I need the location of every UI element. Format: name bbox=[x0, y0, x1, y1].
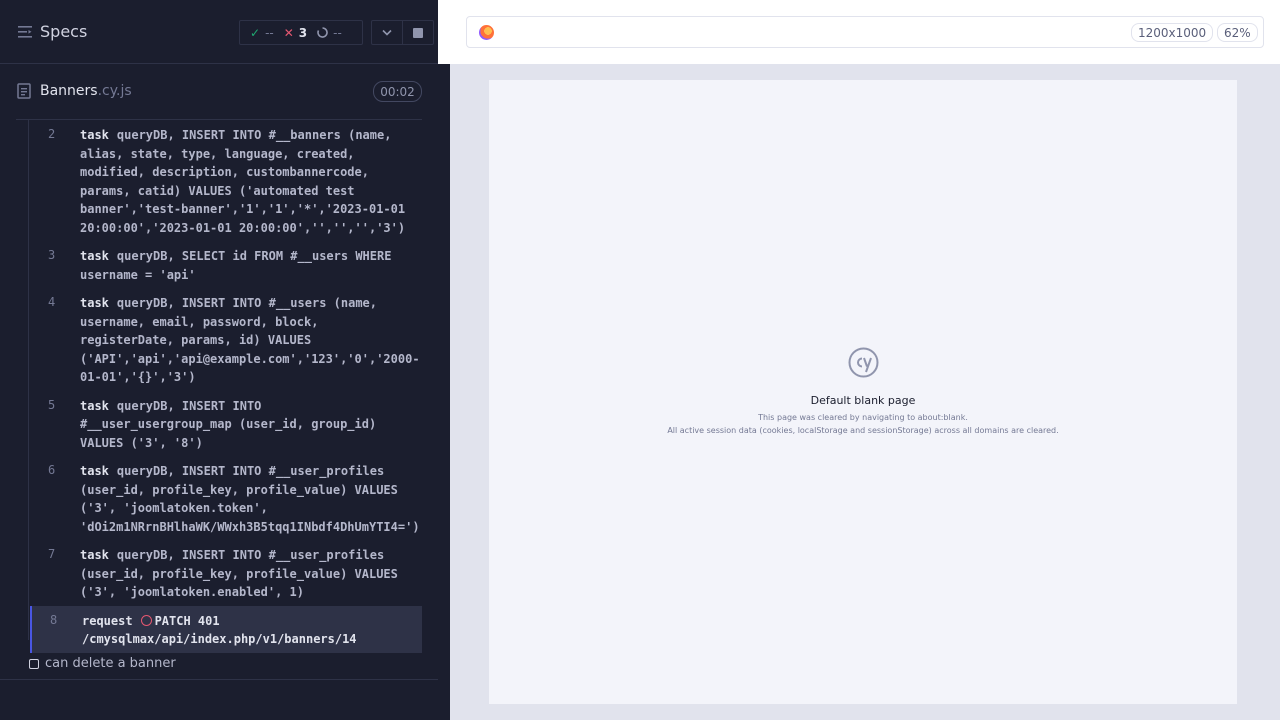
command-message: queryDB, INSERT INTO #__user_usergroup_m… bbox=[80, 398, 377, 450]
command-message: queryDB, INSERT INTO #__user_profiles (u… bbox=[80, 548, 398, 599]
failed-stat: ✕ 3 bbox=[284, 26, 307, 40]
aut-iframe bbox=[489, 80, 1237, 704]
command-number: 2 bbox=[48, 127, 56, 141]
panel-resizer[interactable] bbox=[438, 64, 450, 720]
command-number: 5 bbox=[48, 397, 56, 412]
command-row[interactable]: 3 task queryDB, SELECT id FROM #__users WH… bbox=[30, 241, 422, 288]
command-name: task bbox=[80, 128, 109, 142]
firefox-icon[interactable] bbox=[479, 25, 494, 40]
passed-count: -- bbox=[265, 25, 274, 40]
command-row[interactable]: 4 task queryDB, INSERT INTO #__users (name… bbox=[30, 288, 422, 391]
x-icon: ✕ bbox=[283, 25, 294, 40]
command-name: task bbox=[80, 249, 109, 263]
command-name: task bbox=[80, 398, 109, 413]
blank-page-title: Default blank page bbox=[810, 394, 916, 407]
command-name: task bbox=[80, 548, 109, 562]
command-number: 3 bbox=[48, 248, 56, 262]
test-item[interactable]: can delete a banner bbox=[29, 656, 176, 671]
reporter-panel: Specs ✓ -- ✕ 3 -- Banners.cy.js 00:02 2 … bbox=[0, 0, 438, 720]
command-message: queryDB, SELECT id FROM #__users WHERE u… bbox=[80, 249, 392, 282]
command-number: 6 bbox=[48, 463, 56, 477]
command-name: request bbox=[82, 613, 133, 628]
command-row[interactable]: 7 task queryDB, INSERT INTO #__user_profil… bbox=[30, 540, 422, 606]
command-message: queryDB, INSERT INTO #__banners (name, a… bbox=[80, 128, 406, 235]
spec-file-basename: Banners bbox=[40, 83, 98, 99]
command-number: 7 bbox=[48, 547, 56, 561]
spec-file-ext: .cy.js bbox=[97, 83, 132, 99]
spec-file-name[interactable]: Banners.cy.js bbox=[40, 83, 132, 99]
request-failed-icon bbox=[140, 614, 152, 626]
menu-icon[interactable] bbox=[18, 26, 32, 38]
command-number: 4 bbox=[48, 295, 56, 309]
pending-icon bbox=[317, 27, 328, 38]
command-log: 2 task queryDB, INSERT INTO #__banners (na… bbox=[30, 120, 422, 653]
stop-button[interactable] bbox=[403, 21, 433, 44]
command-message: queryDB, INSERT INTO #__users (name, use… bbox=[80, 296, 420, 384]
duration-badge: 00:02 bbox=[373, 81, 422, 102]
passed-stat: ✓ -- bbox=[250, 26, 274, 40]
chevron-down-icon bbox=[382, 29, 392, 36]
viewport-size-badge[interactable]: 1200x1000 bbox=[1131, 23, 1214, 42]
divider bbox=[0, 679, 438, 680]
run-controls bbox=[371, 20, 434, 45]
test-stats: ✓ -- ✕ 3 -- bbox=[239, 20, 363, 45]
specs-title[interactable]: Specs bbox=[40, 22, 87, 41]
command-row[interactable]: 8 request PATCH 401 /cmysqlmax/api/index.p… bbox=[30, 605, 422, 653]
document-icon bbox=[17, 83, 31, 99]
command-row[interactable]: 2 task queryDB, INSERT INTO #__banners (na… bbox=[30, 120, 422, 241]
expand-button[interactable] bbox=[372, 21, 403, 44]
command-name: task bbox=[80, 464, 109, 478]
test-title: can delete a banner bbox=[45, 656, 176, 671]
blank-page-text: This page was cleared by navigating to a… bbox=[758, 413, 968, 422]
check-icon: ✓ bbox=[250, 25, 261, 40]
command-name: task bbox=[80, 296, 109, 310]
failed-count: 3 bbox=[298, 25, 308, 40]
stop-icon bbox=[412, 27, 423, 38]
command-row[interactable]: 5 task queryDB, INSERT INTO #__user_usergr… bbox=[30, 391, 422, 457]
command-message: queryDB, INSERT INTO #__user_profiles (u… bbox=[80, 464, 420, 534]
command-number: 8 bbox=[50, 612, 58, 627]
cypress-logo-icon bbox=[848, 347, 879, 378]
command-gutter bbox=[16, 120, 29, 640]
pending-count: -- bbox=[333, 25, 342, 40]
test-status-icon bbox=[29, 658, 39, 669]
command-row[interactable]: 6 task queryDB, INSERT INTO #__user_profil… bbox=[30, 456, 422, 540]
pending-stat: -- bbox=[317, 26, 342, 40]
zoom-badge[interactable]: 62% bbox=[1217, 23, 1258, 42]
blank-page-text: All active session data (cookies, localS… bbox=[667, 426, 1059, 435]
